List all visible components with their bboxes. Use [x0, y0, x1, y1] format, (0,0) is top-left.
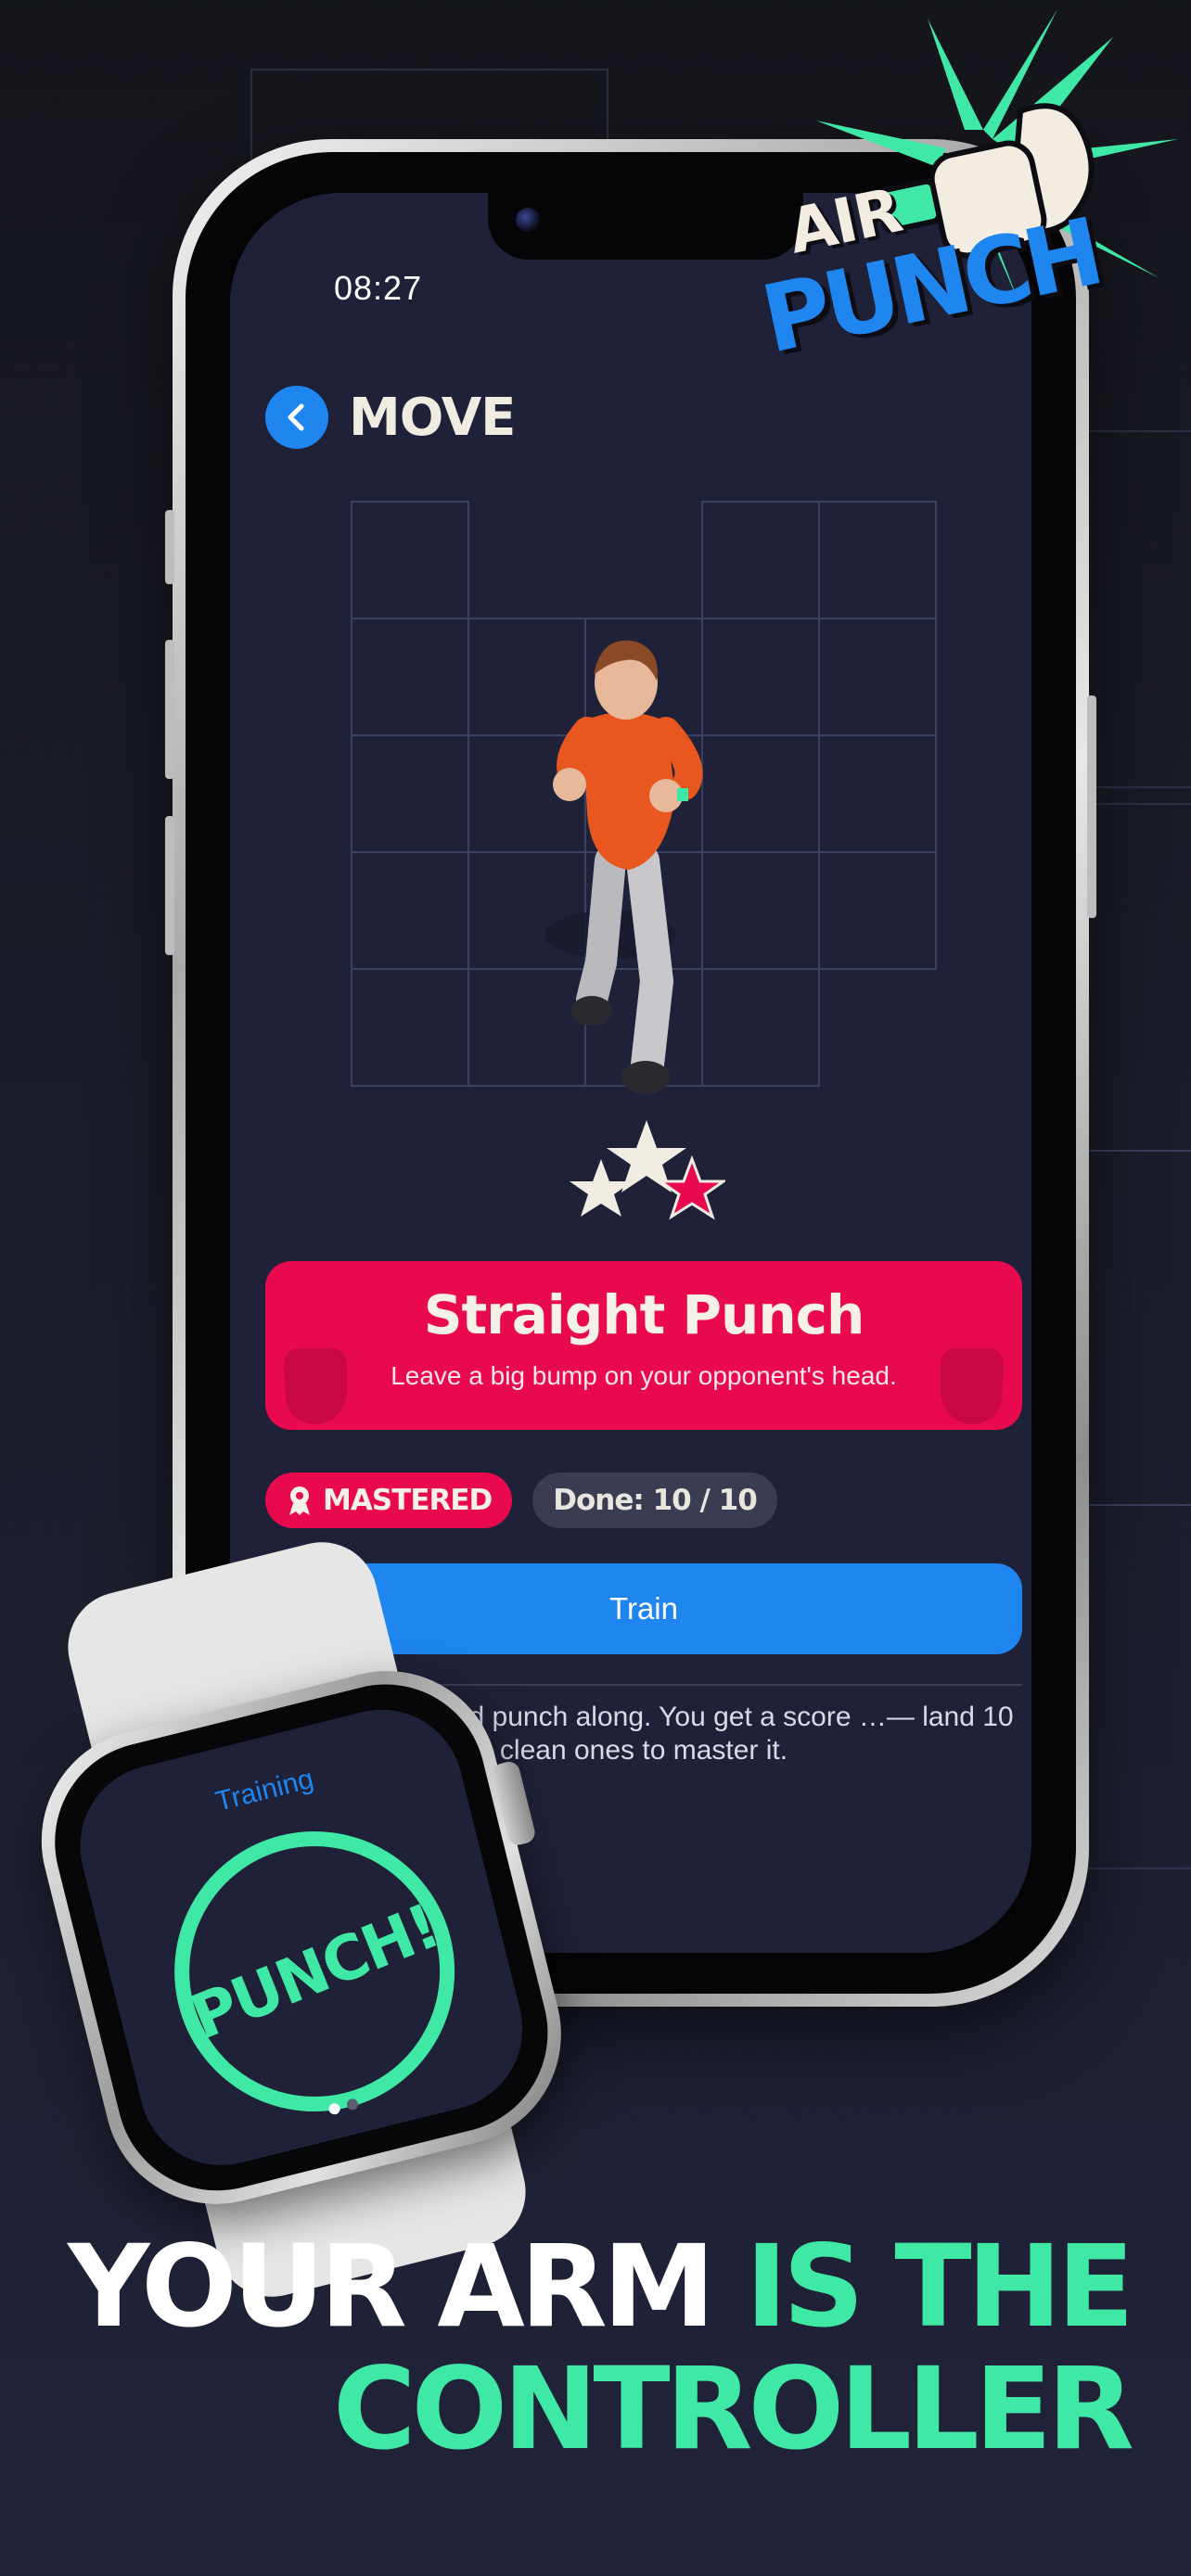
- back-chevron-icon: [288, 403, 304, 431]
- page-title: MOVE: [349, 387, 516, 448]
- headline-white-part: YOUR ARM: [68, 2221, 746, 2353]
- headline-line-2: CONTROLLER: [333, 2343, 1134, 2475]
- watch-screen: Training PUNCH!: [62, 1692, 540, 2183]
- promo-headline: YOUR ARM IS THE CONTROLLER: [68, 2225, 1134, 2475]
- headline-green-part: IS THE: [745, 2221, 1134, 2353]
- air-punch-logo: AIR PUNCH: [714, 0, 1191, 389]
- fist-icon: [284, 1348, 347, 1424]
- page-dot-active: [327, 2101, 341, 2116]
- screen-header: MOVE: [265, 386, 516, 449]
- award-ribbon-icon: [289, 1486, 310, 1515]
- page-dot: [345, 2098, 360, 2111]
- phone-power-button: [1087, 695, 1096, 918]
- move-subtitle: Leave a big bump on your opponent's head…: [391, 1361, 897, 1390]
- star-rating: [570, 1120, 725, 1220]
- phone-volume-up: [165, 640, 174, 779]
- mastered-label: MASTERED: [323, 1484, 493, 1517]
- phone-volume-down: [165, 816, 174, 955]
- status-badges: MASTERED Done: 10 / 10: [265, 1473, 777, 1528]
- move-card: Straight Punch Leave a big bump on your …: [265, 1261, 1022, 1430]
- fist-icon: [941, 1348, 1004, 1424]
- boxer-avatar: [545, 640, 703, 1094]
- star-icon: [656, 1154, 725, 1220]
- punch-prompt: PUNCH!: [181, 1890, 448, 2053]
- back-button[interactable]: [265, 386, 328, 449]
- done-count-badge: Done: 10 / 10: [532, 1473, 777, 1528]
- star-icon: [570, 1159, 633, 1217]
- watch-bezel: Training PUNCH!: [33, 1663, 570, 2213]
- headline-line-1: YOUR ARM IS THE: [68, 2225, 1134, 2348]
- move-title: Straight Punch: [423, 1283, 865, 1346]
- camera-icon: [516, 208, 540, 232]
- phone-mute-switch: [165, 510, 174, 584]
- status-time: 08:27: [334, 269, 423, 307]
- mastered-badge: MASTERED: [265, 1473, 513, 1528]
